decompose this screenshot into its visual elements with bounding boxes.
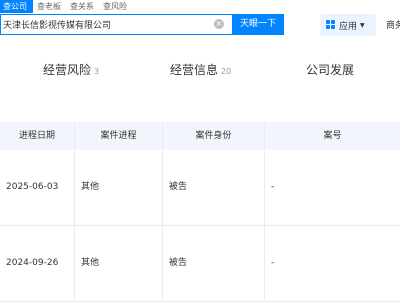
tab-relation[interactable]: 查关系 xyxy=(66,0,99,13)
tab-company[interactable]: 查公司 xyxy=(0,0,33,13)
tab-boss[interactable]: 查老板 xyxy=(33,0,66,13)
chevron-down-icon: ▼ xyxy=(360,21,365,29)
apps-label: 应用 xyxy=(339,21,358,32)
nav-tab-label: 经营信息 xyxy=(170,63,219,77)
cell-date: 2024-09-26 xyxy=(6,258,59,268)
nav-tab-count: 3 xyxy=(94,67,100,76)
table-header: 进程日期 案件进程 案件身份 案号 xyxy=(0,122,400,150)
column-header-date: 进程日期 xyxy=(18,131,55,141)
column-divider xyxy=(264,122,265,300)
search-button[interactable]: 天眼一下 xyxy=(232,14,284,35)
business-link[interactable]: 商务 xyxy=(386,18,400,31)
column-divider xyxy=(162,122,163,300)
cell-progress: 其他 xyxy=(81,182,100,192)
column-header-progress: 案件进程 xyxy=(100,131,137,141)
spacer xyxy=(0,86,400,122)
table-row: 2024-09-26 其他 被告 - xyxy=(0,226,400,302)
section-nav: 经营风险 3 经营信息 20 公司发展 xyxy=(0,52,400,86)
search-box: × xyxy=(0,14,232,35)
column-divider xyxy=(74,122,75,300)
apps-grid-icon xyxy=(326,20,336,30)
column-header-role: 案件身份 xyxy=(195,131,232,141)
cell-progress: 其他 xyxy=(81,258,100,268)
cell-case-number: - xyxy=(271,258,275,268)
tab-risk[interactable]: 查风险 xyxy=(99,0,132,13)
column-header-case-number: 案号 xyxy=(323,131,342,141)
search-type-tabs: 查公司 查老板 查关系 查风险 xyxy=(0,0,132,14)
cell-case-number: - xyxy=(271,182,275,192)
top-search-area: 查公司 查老板 查关系 查风险 × 天眼一下 应用 ▼ 商务 xyxy=(0,0,400,52)
search-input[interactable] xyxy=(1,15,208,34)
nav-tab-business-info[interactable]: 经营信息 20 xyxy=(170,61,231,78)
nav-tab-label: 经营风险 xyxy=(43,63,92,77)
clear-icon[interactable]: × xyxy=(214,19,224,29)
nav-tab-company-development[interactable]: 公司发展 xyxy=(306,61,354,78)
nav-tab-label: 公司发展 xyxy=(306,63,355,77)
apps-button[interactable]: 应用 ▼ xyxy=(320,14,376,36)
nav-tab-business-risk[interactable]: 经营风险 3 xyxy=(43,61,99,78)
cell-role: 被告 xyxy=(169,182,188,192)
nav-tab-count: 20 xyxy=(221,67,232,76)
table-row: 2025-06-03 其他 被告 - xyxy=(0,150,400,226)
cell-date: 2025-06-03 xyxy=(6,182,59,192)
cell-role: 被告 xyxy=(169,258,188,268)
